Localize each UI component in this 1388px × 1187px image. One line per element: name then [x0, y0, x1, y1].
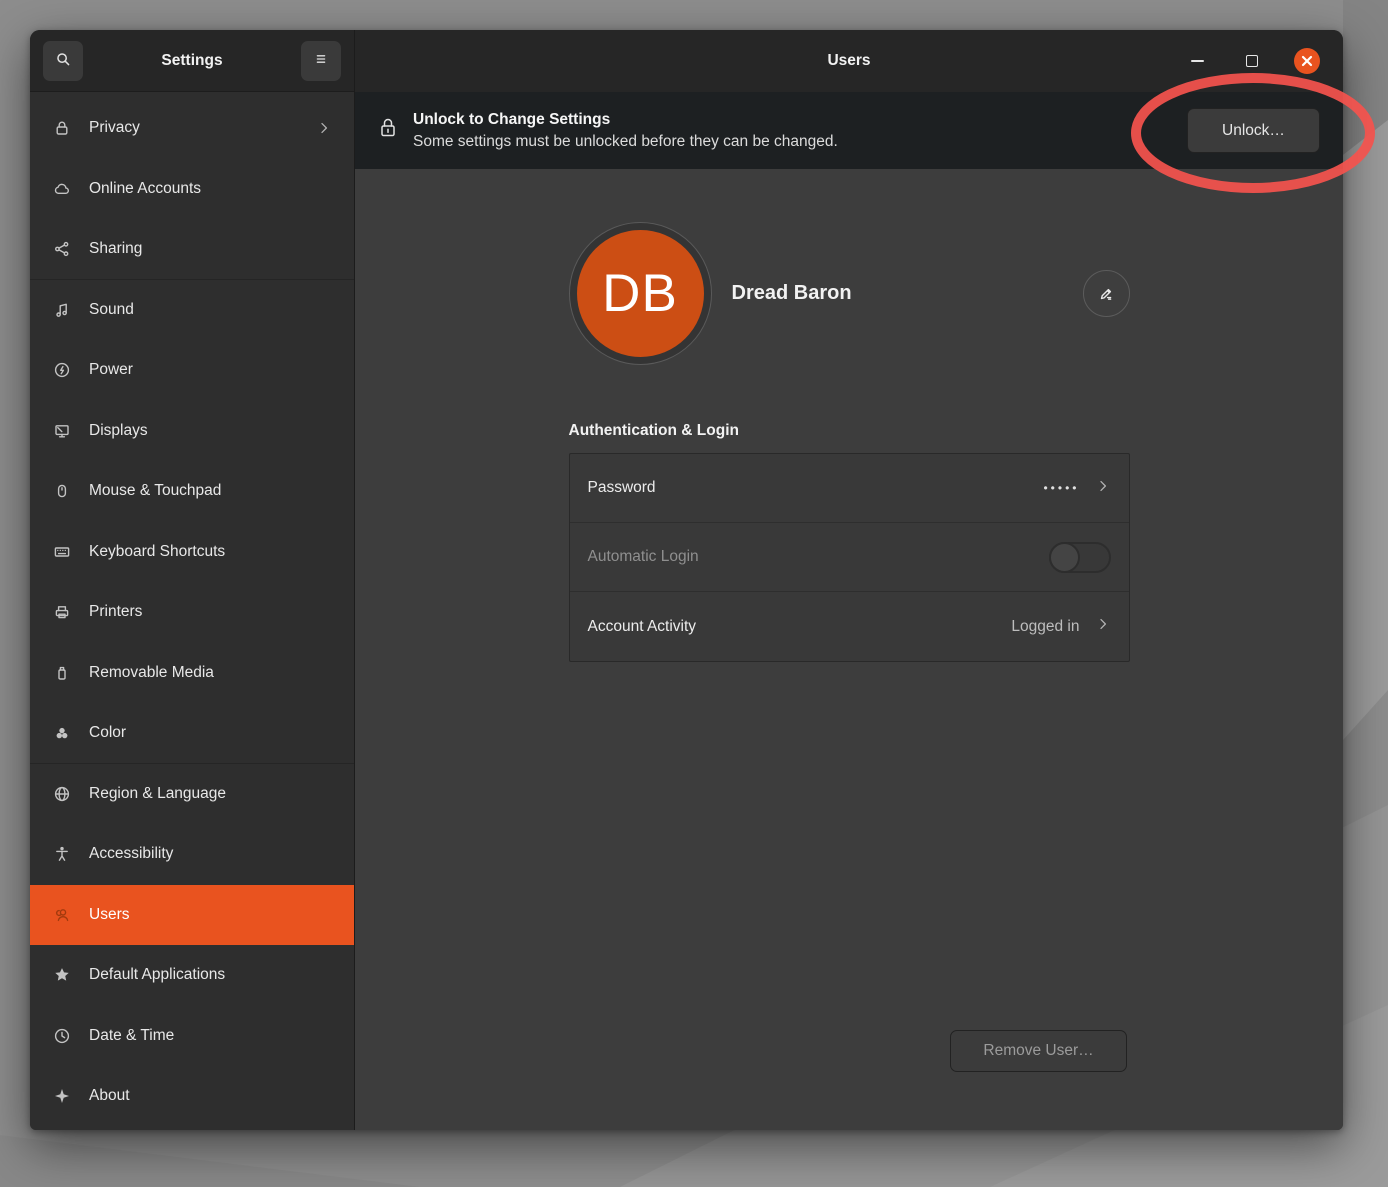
unlock-banner: Unlock to Change Settings Some settings … [355, 92, 1343, 169]
primary-menu-button[interactable] [301, 41, 341, 81]
sidebar-item-label: Sharing [89, 240, 142, 258]
sidebar-item-sharing[interactable]: Sharing [30, 219, 354, 280]
banner-title: Unlock to Change Settings [413, 109, 838, 131]
keyboard-icon [52, 542, 72, 562]
users-icon [52, 905, 72, 925]
avatar-ring: DB [569, 222, 712, 365]
maximize-button[interactable] [1239, 48, 1265, 74]
sidebar-nav: Privacy Online Accounts Sharing Sound Po… [30, 92, 354, 1130]
close-icon [1300, 54, 1314, 68]
sidebar-item-label: Displays [89, 422, 148, 440]
search-button[interactable] [43, 41, 83, 81]
sidebar-item-users[interactable]: Users [30, 885, 354, 946]
banner-text: Unlock to Change Settings Some settings … [413, 109, 838, 153]
sidebar-item-label: Power [89, 361, 133, 379]
sidebar-item-label: Online Accounts [89, 180, 201, 198]
sidebar-item-label: Default Applications [89, 966, 225, 984]
automatic-login-label: Automatic Login [588, 548, 1049, 566]
sparkle-icon [52, 1086, 72, 1106]
user-full-name: Dread Baron [732, 282, 852, 305]
remove-user-button[interactable]: Remove User… [950, 1030, 1127, 1072]
person-icon [52, 844, 72, 864]
users-panel: DB Dread Baron Authentication & Login Pa… [355, 169, 1343, 1130]
minimize-icon [1191, 60, 1204, 62]
close-button[interactable] [1294, 48, 1320, 74]
sidebar-item-privacy[interactable]: Privacy [30, 98, 354, 159]
globe-icon [52, 784, 72, 804]
sidebar-item-label: Region & Language [89, 785, 226, 803]
account-activity-row[interactable]: Account Activity Logged in [570, 592, 1129, 661]
sidebar-item-about[interactable]: About [30, 1066, 354, 1127]
sidebar-item-label: Color [89, 724, 126, 742]
content-pane: Users Unlock to Change Settings Some set… [355, 30, 1343, 1130]
sidebar: Settings Privacy Online Accounts [30, 30, 355, 1130]
sidebar-item-removable-media[interactable]: Removable Media [30, 643, 354, 704]
padlock-icon [378, 116, 398, 145]
account-activity-value: Logged in [1011, 618, 1079, 636]
share-icon [52, 239, 72, 259]
minimize-button[interactable] [1184, 48, 1210, 74]
settings-window: Settings Privacy Online Accounts [30, 30, 1343, 1130]
clock-icon [52, 1026, 72, 1046]
sidebar-item-label: Printers [89, 603, 142, 621]
chevron-right-icon [1095, 478, 1111, 499]
chevron-right-icon [1095, 616, 1111, 637]
sidebar-item-sound[interactable]: Sound [30, 280, 354, 341]
window-controls [1184, 48, 1343, 74]
avatar: DB [577, 230, 704, 357]
sidebar-item-printers[interactable]: Printers [30, 582, 354, 643]
hamburger-menu-icon [313, 51, 329, 70]
auth-settings-group: Password ••••• Automatic Login Account A… [569, 453, 1130, 662]
sidebar-item-region-language[interactable]: Region & Language [30, 764, 354, 825]
power-bolt-icon [52, 360, 72, 380]
sidebar-item-label: Removable Media [89, 664, 214, 682]
music-note-icon [52, 300, 72, 320]
automatic-login-toggle[interactable] [1049, 542, 1111, 573]
auth-section-heading: Authentication & Login [569, 422, 1130, 440]
sidebar-item-label: Privacy [89, 119, 140, 137]
magnifier-icon [54, 50, 72, 71]
sidebar-item-label: Keyboard Shortcuts [89, 543, 225, 561]
pencil-icon [1096, 284, 1116, 304]
sidebar-item-label: Sound [89, 301, 134, 319]
usb-drive-icon [52, 663, 72, 683]
sidebar-item-default-applications[interactable]: Default Applications [30, 945, 354, 1006]
printer-icon [52, 602, 72, 622]
chevron-right-icon [316, 120, 332, 136]
monitor-icon [52, 421, 72, 441]
unlock-button[interactable]: Unlock… [1187, 108, 1320, 153]
user-card: DB Dread Baron [569, 222, 1130, 365]
sidebar-item-label: Date & Time [89, 1027, 174, 1045]
app-title: Settings [161, 52, 222, 70]
sidebar-headerbar: Settings [30, 30, 354, 92]
sidebar-item-accessibility[interactable]: Accessibility [30, 824, 354, 885]
banner-subtitle: Some settings must be unlocked before th… [413, 131, 838, 153]
cloud-icon [52, 179, 72, 199]
color-circles-icon [52, 723, 72, 743]
password-label: Password [588, 479, 1044, 497]
account-activity-label: Account Activity [588, 618, 1012, 636]
sidebar-item-displays[interactable]: Displays [30, 401, 354, 462]
sidebar-item-label: Users [89, 906, 129, 924]
sidebar-item-power[interactable]: Power [30, 340, 354, 401]
sidebar-item-online-accounts[interactable]: Online Accounts [30, 159, 354, 220]
sidebar-item-label: About [89, 1087, 130, 1105]
sidebar-item-keyboard-shortcuts[interactable]: Keyboard Shortcuts [30, 522, 354, 583]
sidebar-item-date-time[interactable]: Date & Time [30, 1006, 354, 1067]
edit-user-button[interactable] [1083, 270, 1130, 317]
sidebar-item-mouse-touchpad[interactable]: Mouse & Touchpad [30, 461, 354, 522]
automatic-login-row: Automatic Login [570, 523, 1129, 592]
lock-icon [52, 118, 72, 138]
star-icon [52, 965, 72, 985]
password-row[interactable]: Password ••••• [570, 454, 1129, 523]
sidebar-item-label: Mouse & Touchpad [89, 482, 221, 500]
titlebar: Users [355, 30, 1343, 92]
password-dots: ••••• [1043, 481, 1079, 495]
sidebar-item-label: Accessibility [89, 845, 173, 863]
toggle-knob [1049, 542, 1080, 573]
sidebar-item-color[interactable]: Color [30, 703, 354, 764]
mouse-icon [52, 481, 72, 501]
maximize-icon [1246, 55, 1258, 67]
